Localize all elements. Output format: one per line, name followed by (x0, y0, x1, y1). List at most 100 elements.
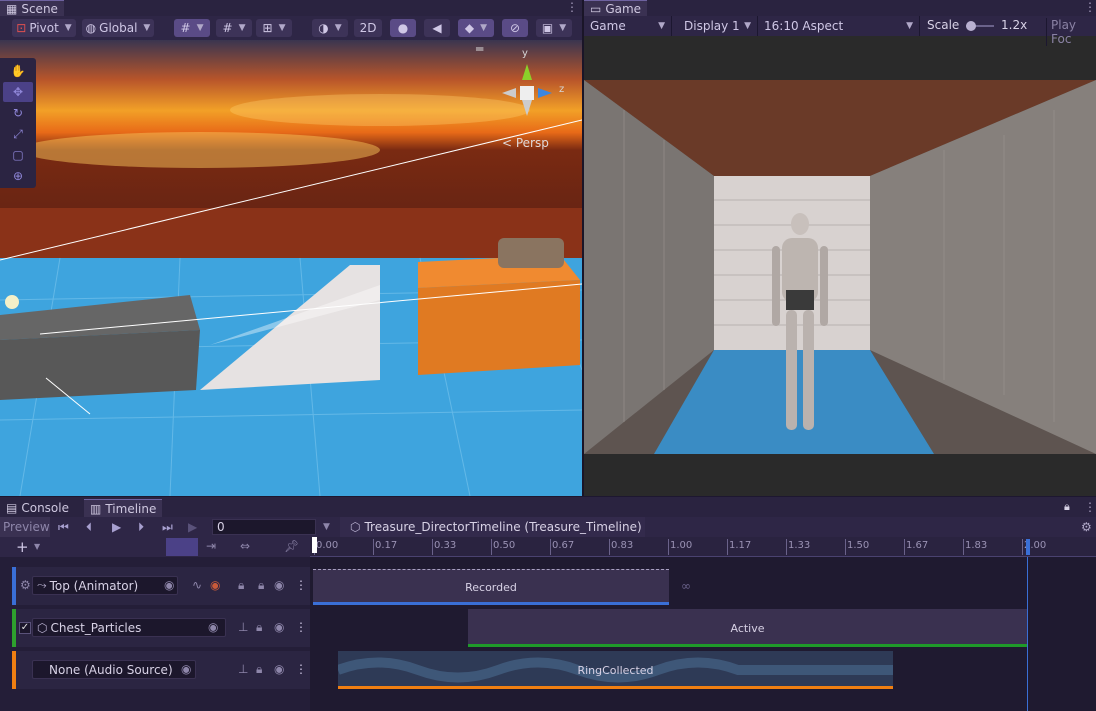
frame-input[interactable]: 0 (212, 519, 316, 535)
game-render (584, 80, 1096, 454)
track-audio[interactable]: ◀ None (Audio Source) ◉ ⊥ 🔒︎ ◉ ⋮ (12, 651, 310, 689)
mode-2d-button[interactable]: 2D (354, 19, 382, 37)
end-marker[interactable] (1026, 539, 1030, 555)
record-icon[interactable]: ◉ (210, 578, 220, 592)
lock-icon[interactable]: 🔒︎ (256, 620, 262, 635)
tool-palette: ✋ ✥ ↻ ⤢ ▢ ⊕ (0, 58, 36, 188)
eye-icon[interactable]: ◉ (274, 620, 284, 634)
persp-label[interactable]: < Persp (502, 136, 549, 150)
ruler-tick (1022, 539, 1023, 555)
audio-toggle[interactable]: ◀ (424, 19, 450, 37)
track-binding-field[interactable]: None (Audio Source) (32, 660, 196, 679)
bottom-tabbar (0, 497, 1096, 517)
move-tool-icon[interactable]: ✥ (3, 82, 33, 102)
scale-tool-icon[interactable]: ⤢ (3, 124, 33, 144)
target-icon[interactable]: ◉ (164, 578, 174, 592)
pin-icon[interactable]: ⊥ (238, 620, 248, 634)
chevron-down-icon: ▼ (238, 23, 246, 33)
clip-audio[interactable]: RingCollected (338, 651, 893, 689)
tab-game[interactable]: ▭ Game (584, 0, 648, 16)
lock-icon[interactable]: 🔒︎ (258, 578, 264, 593)
go-to-end-icon[interactable]: ⏭ (162, 520, 173, 535)
scene-viewport[interactable]: y z < Persp ═ ✋ ✥ ↻ ⤢ ▢ ⊕ (0, 40, 582, 496)
go-to-start-icon[interactable]: ⏮ (58, 520, 69, 535)
lighting-toggle[interactable]: ● (390, 19, 416, 37)
playhead-marker[interactable] (312, 537, 317, 553)
panel-divider[interactable] (582, 0, 584, 496)
clip-recorded[interactable]: Recorded (313, 569, 669, 605)
ruler-tick-label: 1.83 (965, 540, 988, 551)
game-menu-icon[interactable]: ⋮ (1084, 0, 1096, 14)
clip-active[interactable]: Active (468, 609, 1027, 647)
grid-snap-button[interactable]: # ▼ (174, 19, 210, 37)
play-icon[interactable]: ▶ (112, 520, 121, 534)
replace-icon[interactable]: ⇔ (240, 539, 250, 553)
game-viewport[interactable] (584, 80, 1096, 454)
track-particles[interactable]: ✓ ⬡ Chest_Particles ◉ ⊥ 🔒︎ ◉ ⋮ (12, 609, 310, 647)
track-menu-icon[interactable]: ⋮ (295, 620, 307, 634)
track-menu-icon[interactable]: ⋮ (295, 662, 307, 676)
tab-console-label: Console (21, 501, 69, 515)
lock-icon[interactable]: 🔒︎ (238, 578, 244, 593)
clip-edit-mode-button[interactable] (166, 538, 198, 556)
clip-label: RingCollected (577, 663, 654, 677)
gizmo-handle-icon[interactable]: ═ (476, 42, 483, 56)
transform-tool-icon[interactable]: ⊕ (3, 166, 33, 186)
bottom-menu-icon[interactable]: ⋮ (1084, 500, 1096, 514)
chevron-down-icon[interactable]: ▼ (34, 542, 40, 551)
chevron-down-icon[interactable]: ▼ (323, 522, 330, 532)
display-mode-select[interactable]: Game ▼ (584, 16, 672, 36)
rotate-tool-icon[interactable]: ↻ (3, 103, 33, 123)
curves-icon[interactable]: ∿ (192, 578, 202, 592)
ruler-button[interactable]: ⊞ ▼ (256, 19, 292, 37)
tab-console[interactable]: ▤ Console (0, 499, 75, 517)
clip-label: Recorded (465, 581, 517, 594)
ruler-tick-label: 0.50 (493, 540, 516, 551)
tab-timeline[interactable]: ▥ Timeline (84, 499, 163, 517)
effects-button[interactable]: ◆ ▼ (458, 19, 494, 37)
scale-slider[interactable] (966, 21, 994, 31)
previous-frame-icon[interactable]: ⏴ (86, 520, 92, 535)
tab-scene[interactable]: ▦ Scene (0, 0, 64, 16)
breadcrumb[interactable]: ⬡ Treasure_DirectorTimeline (Treasure_Ti… (340, 517, 645, 537)
track-enabled-checkbox[interactable]: ✓ (19, 622, 31, 634)
eye-icon[interactable]: ◉ (274, 578, 284, 592)
target-icon[interactable]: ◉ (208, 620, 218, 634)
ripple-icon[interactable]: ⇥ (206, 539, 216, 553)
display-select[interactable]: Display 1 ▼ (678, 16, 758, 36)
lock-icon[interactable]: 🔒︎ (1064, 500, 1070, 514)
chevron-down-icon: ▼ (906, 21, 913, 31)
cube-icon: ⬡ (37, 620, 48, 635)
track-animator[interactable]: ⚙ ⤳ Top (Animator) ◉ ∿ ◉ 🔒︎ 🔒︎ ◉ ⋮ (12, 567, 310, 605)
timeline-icon: ▥ (90, 501, 102, 516)
gear-icon[interactable]: ⚙ (1081, 520, 1092, 534)
rect-tool-icon[interactable]: ▢ (3, 145, 33, 165)
camera-button[interactable]: ▣ ▼ (536, 19, 572, 37)
time-ruler[interactable]: 0.00 0.17 0.33 0.50 0.67 0.83 1.00 1.17 1.33 1.50… (310, 537, 1096, 557)
shading-mode-button[interactable]: ◑ ▼ (312, 19, 348, 37)
global-dropdown[interactable]: ◍ Global ▼ (82, 19, 154, 37)
pin-icon[interactable]: ⊥ (238, 662, 248, 676)
aspect-select[interactable]: 16:10 Aspect ▼ (758, 16, 920, 36)
lock-icon[interactable]: 🔒︎ (256, 662, 262, 677)
pin-icon[interactable]: 📌︎ (284, 539, 299, 553)
mode-2d-label: 2D (359, 21, 377, 35)
play-range-icon[interactable]: ▶ (188, 520, 197, 534)
eye-icon[interactable]: ◉ (274, 662, 284, 676)
scale-slider-thumb[interactable] (966, 21, 976, 31)
track-binding-field[interactable]: ⬡ Chest_Particles (32, 618, 226, 637)
add-track-icon[interactable]: + (16, 538, 29, 556)
track-binding-field[interactable]: ⤳ Top (Animator) (32, 576, 178, 595)
ruler-tick (550, 539, 551, 555)
increment-snap-button[interactable]: # ▼ (216, 19, 252, 37)
hand-tool-icon[interactable]: ✋ (3, 61, 33, 81)
preview-button[interactable]: Preview (0, 517, 50, 537)
pivot-dropdown[interactable]: ⊡ Pivot ▼ (12, 19, 76, 37)
play-focused-button[interactable]: Play Foc (1046, 18, 1096, 46)
next-frame-icon[interactable]: ⏵ (138, 520, 144, 535)
target-icon[interactable]: ◉ (181, 662, 191, 676)
scene-menu-icon[interactable]: ⋮ (566, 0, 578, 14)
track-menu-icon[interactable]: ⋮ (295, 578, 307, 592)
visibility-toggle[interactable]: ⊘ (502, 19, 528, 37)
game-tabbar (584, 0, 1096, 16)
